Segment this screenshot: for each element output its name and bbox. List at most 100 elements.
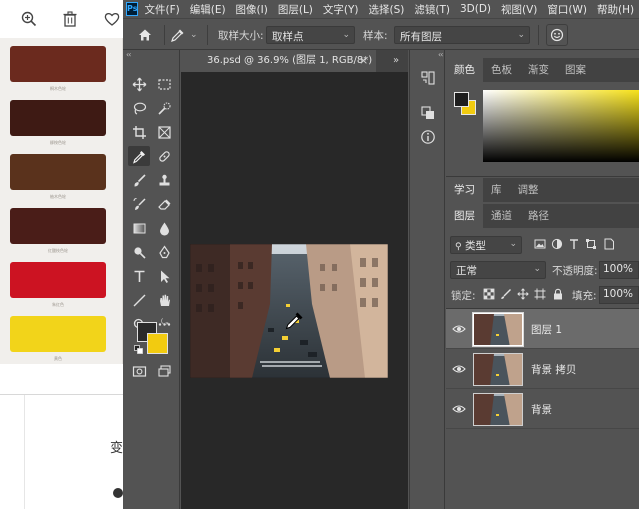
adjustment-layer-filter-icon[interactable] — [551, 238, 563, 250]
trash-icon[interactable] — [61, 10, 79, 28]
screen-mode-icon[interactable] — [153, 361, 175, 381]
menu-item[interactable]: 文字(Y) — [323, 2, 359, 17]
swap-colors-icon[interactable]: ⤿ — [161, 318, 169, 328]
opacity-input[interactable]: 100% — [599, 261, 639, 279]
learn-panel-tab[interactable]: 调整 — [510, 178, 547, 202]
learn-panel-tab[interactable]: 库 — [483, 178, 510, 202]
photoshop-window: Ps 文件(F) 编辑(E) 图像(I) 图层(L) 文字(Y) 选择(S) 滤镜(T) 3D… — [123, 0, 639, 509]
visibility-eye-icon[interactable] — [452, 402, 466, 416]
lock-image-pixels-icon[interactable] — [500, 288, 512, 300]
blur-tool-icon[interactable] — [153, 218, 175, 238]
spot-healing-tool-icon[interactable] — [153, 146, 175, 166]
tool-preset-picker[interactable]: ⌄ — [170, 25, 202, 45]
lock-all-icon[interactable] — [552, 288, 564, 300]
layers-panel-tab[interactable]: 路径 — [520, 204, 557, 228]
pen-tool-icon[interactable] — [153, 242, 175, 262]
color-picker-field[interactable] — [483, 90, 639, 162]
swatch-label: 柚木色轮 — [50, 194, 66, 199]
dodge-tool-icon[interactable] — [128, 242, 150, 262]
clone-stamp-tool-icon[interactable] — [153, 170, 175, 190]
menu-item[interactable]: 滤镜(T) — [414, 2, 450, 17]
properties-panel-icon[interactable] — [418, 103, 438, 123]
crop-tool-icon[interactable] — [128, 122, 150, 142]
menu-item[interactable]: 窗口(W) — [547, 2, 587, 17]
layer-row[interactable]: 图层 1 — [446, 309, 639, 349]
shape-layer-filter-icon[interactable] — [585, 238, 597, 250]
image-viewer-panel: 桐木色轮 柳桉色轮 柚木色轮 红酸枝色轮 朱红色 黄色 变 — [0, 0, 123, 509]
lock-artboard-icon[interactable] — [534, 288, 546, 300]
menu-item[interactable]: 选择(S) — [369, 2, 405, 17]
quick-mask-icon[interactable] — [128, 361, 150, 381]
scroll-dot — [113, 488, 123, 498]
visibility-eye-icon[interactable] — [452, 322, 466, 336]
collapse-icon[interactable]: ‹‹ — [126, 50, 132, 59]
menu-item[interactable]: 图像(I) — [236, 2, 268, 17]
learn-panel-tabs: 学习库调整 — [446, 178, 639, 202]
default-colors-icon[interactable] — [134, 344, 143, 354]
search-icon: ⚲ — [455, 242, 462, 252]
color-panel-tab[interactable]: 颜色 — [446, 58, 483, 82]
path-selection-tool-icon[interactable] — [153, 266, 175, 286]
heart-icon[interactable] — [103, 10, 121, 28]
smiley-icon[interactable] — [546, 24, 568, 46]
type-tool-icon[interactable] — [128, 266, 150, 286]
eraser-tool-icon[interactable] — [153, 194, 175, 214]
close-icon[interactable]: × — [359, 50, 368, 72]
menu-item[interactable]: 3D(D) — [460, 3, 491, 15]
lock-position-icon[interactable] — [517, 288, 529, 300]
blend-mode-value: 正常 — [456, 265, 477, 277]
hand-tool-icon[interactable] — [153, 290, 175, 310]
frame-tool-icon[interactable] — [153, 122, 175, 142]
collapse-icon[interactable]: ‹‹ — [438, 50, 444, 59]
menu-item[interactable]: 文件(F) — [144, 2, 179, 17]
home-button[interactable] — [132, 25, 158, 45]
color-panel-tab[interactable]: 色板 — [483, 58, 520, 82]
menu-item[interactable]: 编辑(E) — [190, 2, 226, 17]
layer-filter-select[interactable]: ⚲ 类型 ⌄ — [450, 236, 522, 254]
fill-input[interactable]: 100% — [599, 286, 639, 304]
quick-selection-tool-icon[interactable] — [153, 98, 175, 118]
move-tool-icon[interactable] — [128, 74, 150, 94]
color-panel-tab[interactable]: 图案 — [557, 58, 594, 82]
layers-panel-tab[interactable]: 图层 — [446, 204, 483, 228]
foreground-color-chip[interactable] — [454, 92, 469, 107]
line-tool-icon[interactable] — [128, 290, 150, 310]
zoom-in-icon[interactable] — [20, 10, 38, 28]
eyedropper-tool-icon[interactable] — [128, 146, 150, 166]
learn-panel-tab[interactable]: 学习 — [446, 178, 483, 202]
pixel-layer-filter-icon[interactable] — [534, 238, 546, 250]
type-layer-filter-icon[interactable] — [568, 238, 580, 250]
history-panel-icon[interactable] — [418, 68, 438, 88]
partial-text: 变 — [110, 441, 124, 456]
tabs-overflow-icon[interactable]: » — [393, 55, 399, 66]
layer-thumbnail — [472, 312, 524, 347]
sample-size-select[interactable]: 取样点 ⌄ — [266, 26, 355, 44]
history-brush-tool-icon[interactable] — [128, 194, 150, 214]
info-icon[interactable] — [418, 127, 438, 147]
lock-transparent-pixels-icon[interactable] — [483, 288, 495, 300]
lasso-tool-icon[interactable] — [128, 98, 150, 118]
marquee-tool-icon[interactable] — [153, 74, 175, 94]
menu-item[interactable]: 图层(L) — [278, 2, 313, 17]
visibility-eye-icon[interactable] — [452, 362, 466, 376]
sample-select[interactable]: 所有图层 ⌄ — [394, 26, 530, 44]
smart-object-filter-icon[interactable] — [603, 238, 615, 250]
sample-value: 所有图层 — [400, 31, 442, 43]
document-tab[interactable]: 36.psd @ 36.9% (图层 1, RGB/8*) × — [181, 50, 376, 72]
menu-item[interactable]: 视图(V) — [501, 2, 537, 17]
layer-row[interactable]: 背景 — [446, 389, 639, 429]
document-title: 36.psd @ 36.9% (图层 1, RGB/8*) — [207, 55, 373, 66]
canvas-area[interactable] — [181, 72, 408, 509]
color-panel-tab[interactable]: 渐变 — [520, 58, 557, 82]
layer-row[interactable]: 背景 拷贝 — [446, 349, 639, 389]
menu-item[interactable]: 帮助(H) — [597, 2, 634, 17]
swatch-label: 柳桉色轮 — [50, 140, 66, 145]
chevron-down-icon: ⌄ — [509, 239, 517, 249]
brush-tool-icon[interactable] — [128, 170, 150, 190]
separator — [164, 25, 165, 45]
gradient-tool-icon[interactable] — [128, 218, 150, 238]
layers-panel-tab[interactable]: 通道 — [483, 204, 520, 228]
background-color-swatch[interactable] — [147, 333, 168, 354]
blend-mode-select[interactable]: 正常 ⌄ — [450, 261, 546, 279]
lock-label: 锁定: — [451, 290, 476, 302]
